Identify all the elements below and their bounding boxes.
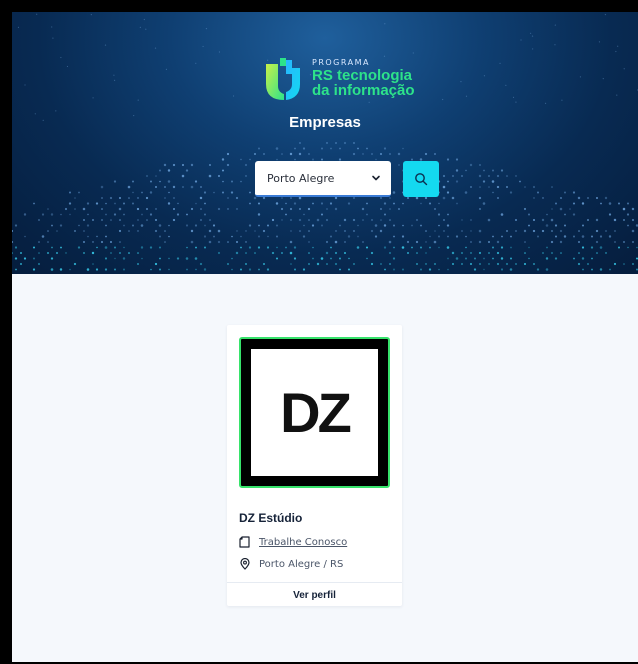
company-card: DZ DZ Estúdio Trabalhe Conosco Porto Ale…: [227, 325, 402, 606]
logo-title-line2: da informação: [312, 82, 415, 99]
search-button[interactable]: [403, 161, 439, 197]
search-icon: [415, 173, 428, 186]
screen-frame: PROGRAMA RS tecnologia da informação Emp…: [0, 0, 638, 664]
chevron-down-icon: [372, 175, 380, 181]
jobs-row: Trabalhe Conosco: [239, 536, 347, 548]
jobs-link[interactable]: Trabalhe Conosco: [259, 537, 347, 548]
logo-mark-icon: [266, 58, 300, 100]
page-title: Empresas: [289, 114, 361, 131]
card-divider: [227, 582, 402, 583]
program-logo[interactable]: PROGRAMA RS tecnologia da informação: [264, 58, 434, 104]
company-logo[interactable]: DZ: [239, 337, 390, 488]
location-pin-icon: [240, 558, 250, 570]
company-logo-text: DZ: [280, 381, 352, 444]
city-select-value: Porto Alegre: [267, 171, 335, 185]
logo-title-line1: RS tecnologia: [312, 67, 413, 84]
hero-banner: PROGRAMA RS tecnologia da informação Emp…: [12, 12, 638, 274]
dot-pattern-background: [12, 13, 638, 271]
company-name: DZ Estúdio: [239, 511, 303, 525]
view-profile-button[interactable]: Ver perfil: [227, 585, 402, 607]
city-select[interactable]: Porto Alegre: [255, 161, 391, 197]
page-viewport: PROGRAMA RS tecnologia da informação Emp…: [12, 12, 638, 662]
document-icon: [239, 536, 250, 548]
company-location: Porto Alegre / RS: [259, 558, 344, 570]
location-row: Porto Alegre / RS: [239, 558, 343, 570]
